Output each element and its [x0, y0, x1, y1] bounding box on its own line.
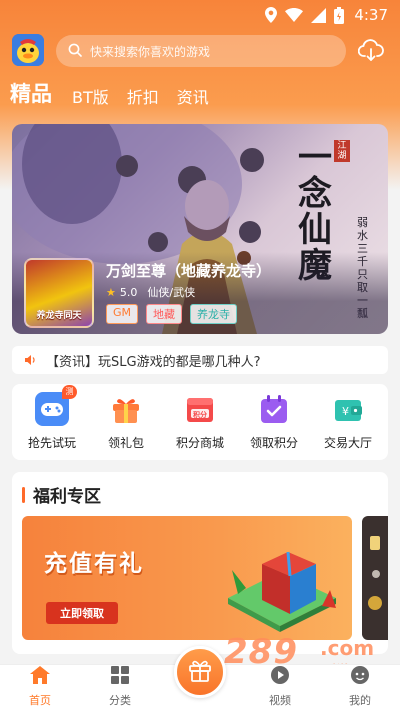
- quick-item-label: 抢先试玩: [27, 436, 76, 450]
- tab-boutique[interactable]: 精品: [10, 78, 52, 108]
- nav-label: 我的: [349, 694, 371, 707]
- wifi-icon: [285, 8, 304, 22]
- banner-seal: 江湖: [334, 140, 350, 162]
- game-meta: ★ 5.0 仙侠/武侠: [106, 284, 195, 300]
- trial-badge: 测: [62, 385, 77, 399]
- game-tag: 地藏: [146, 304, 183, 324]
- nav-label: 分类: [109, 694, 131, 707]
- grid-icon: [110, 665, 130, 689]
- app-header: 快来搜索你喜欢的游戏: [0, 32, 400, 70]
- promo-card[interactable]: 充值有礼 立即领取: [22, 516, 352, 640]
- points-store-icon-text: 积分: [193, 411, 207, 419]
- tab-bt[interactable]: BT版: [72, 84, 109, 108]
- speaker-icon: [24, 351, 36, 370]
- gift-box-illustration: [228, 551, 336, 632]
- gift-icon: [109, 392, 143, 426]
- quick-item-label: 积分商城: [175, 436, 224, 450]
- featured-banner[interactable]: 一念仙魔 江湖 弱水三千只取一瓢 养龙寺同天 万剑至尊（地藏养龙寺） ★ 5.0…: [12, 124, 388, 334]
- game-icon-text: 养龙寺同天: [36, 311, 82, 321]
- game-rating: 5.0: [119, 285, 138, 299]
- signal-icon: [311, 7, 327, 23]
- quick-item-label: 领礼包: [107, 436, 144, 450]
- tab-discount[interactable]: 折扣: [127, 84, 159, 108]
- quick-item-label: 交易大厅: [323, 436, 372, 450]
- welfare-title-text: 福利专区: [33, 487, 101, 507]
- video-icon: [270, 665, 290, 689]
- center-gift-button[interactable]: [174, 646, 226, 698]
- nav-video[interactable]: 视频: [240, 665, 320, 708]
- nav-home[interactable]: 首页: [0, 665, 80, 708]
- game-tags: GM 地藏 养龙寺: [106, 304, 245, 324]
- nav-category[interactable]: 分类: [80, 665, 160, 708]
- news-text: 【资讯】玩SLG游戏的都是哪几种人?: [46, 354, 261, 370]
- calendar-check-icon: [257, 392, 291, 426]
- quick-item-label: 领取积分: [249, 436, 298, 450]
- quick-item-points-store[interactable]: 积分 积分商城: [164, 392, 236, 460]
- search-placeholder: 快来搜索你喜欢的游戏: [90, 44, 211, 59]
- profile-icon: [350, 665, 370, 689]
- watermark-suffix: .com: [320, 636, 375, 660]
- game-tag: GM: [106, 304, 139, 324]
- search-input[interactable]: 快来搜索你喜欢的游戏: [56, 35, 346, 67]
- points-store-icon: 积分: [183, 392, 217, 426]
- game-genre: 仙侠/武侠: [147, 286, 196, 299]
- tab-news[interactable]: 资讯: [177, 84, 209, 108]
- quick-item-trade[interactable]: ¥ 交易大厅: [312, 392, 384, 460]
- promo-title: 充值有礼: [44, 551, 144, 577]
- gamepad-icon: 测: [35, 385, 77, 426]
- wallet-icon: ¥: [331, 392, 365, 426]
- star-icon: ★: [106, 285, 116, 299]
- game-title[interactable]: 万剑至尊（地藏养龙寺）: [106, 260, 271, 281]
- duck-logo-icon[interactable]: [12, 34, 44, 66]
- quick-item-gift[interactable]: 领礼包: [90, 392, 162, 460]
- nav-label: 首页: [29, 694, 51, 707]
- news-ticker[interactable]: 【资讯】玩SLG游戏的都是哪几种人?: [12, 346, 388, 374]
- status-bar: 4:37: [0, 0, 400, 30]
- nav-label: 视频: [269, 694, 291, 707]
- promo-card-next[interactable]: [362, 516, 388, 640]
- title-accent-bar: [22, 486, 25, 503]
- battery-icon: [334, 6, 345, 24]
- quick-item-trial[interactable]: 测 抢先试玩: [16, 385, 88, 460]
- location-icon: [265, 7, 278, 23]
- game-icon[interactable]: 养龙寺同天: [24, 258, 94, 328]
- nav-profile[interactable]: 我的: [320, 665, 400, 708]
- game-tag: 养龙寺: [190, 304, 238, 324]
- promo-claim-button[interactable]: 立即领取: [46, 602, 118, 624]
- svg-text:¥: ¥: [342, 405, 349, 418]
- home-icon: [29, 665, 51, 689]
- section-title: 福利专区: [22, 482, 101, 507]
- search-icon: [68, 42, 82, 61]
- welfare-section: 福利专区 充值有礼 立即领取: [12, 472, 388, 654]
- game-info: 养龙寺同天 万剑至尊（地藏养龙寺） ★ 5.0 仙侠/武侠 GM 地藏 养龙寺: [12, 252, 388, 334]
- gift-icon: [187, 657, 213, 687]
- quick-menu: 测 抢先试玩 领礼包 积分 积分商城 领取积分 ¥ 交易大厅: [12, 384, 388, 460]
- status-time: 4:37: [354, 6, 388, 24]
- quick-item-claim-points[interactable]: 领取积分: [238, 392, 310, 460]
- cloud-download-icon[interactable]: [357, 39, 384, 63]
- category-tabs: 精品 BT版 折扣 资讯: [10, 78, 227, 108]
